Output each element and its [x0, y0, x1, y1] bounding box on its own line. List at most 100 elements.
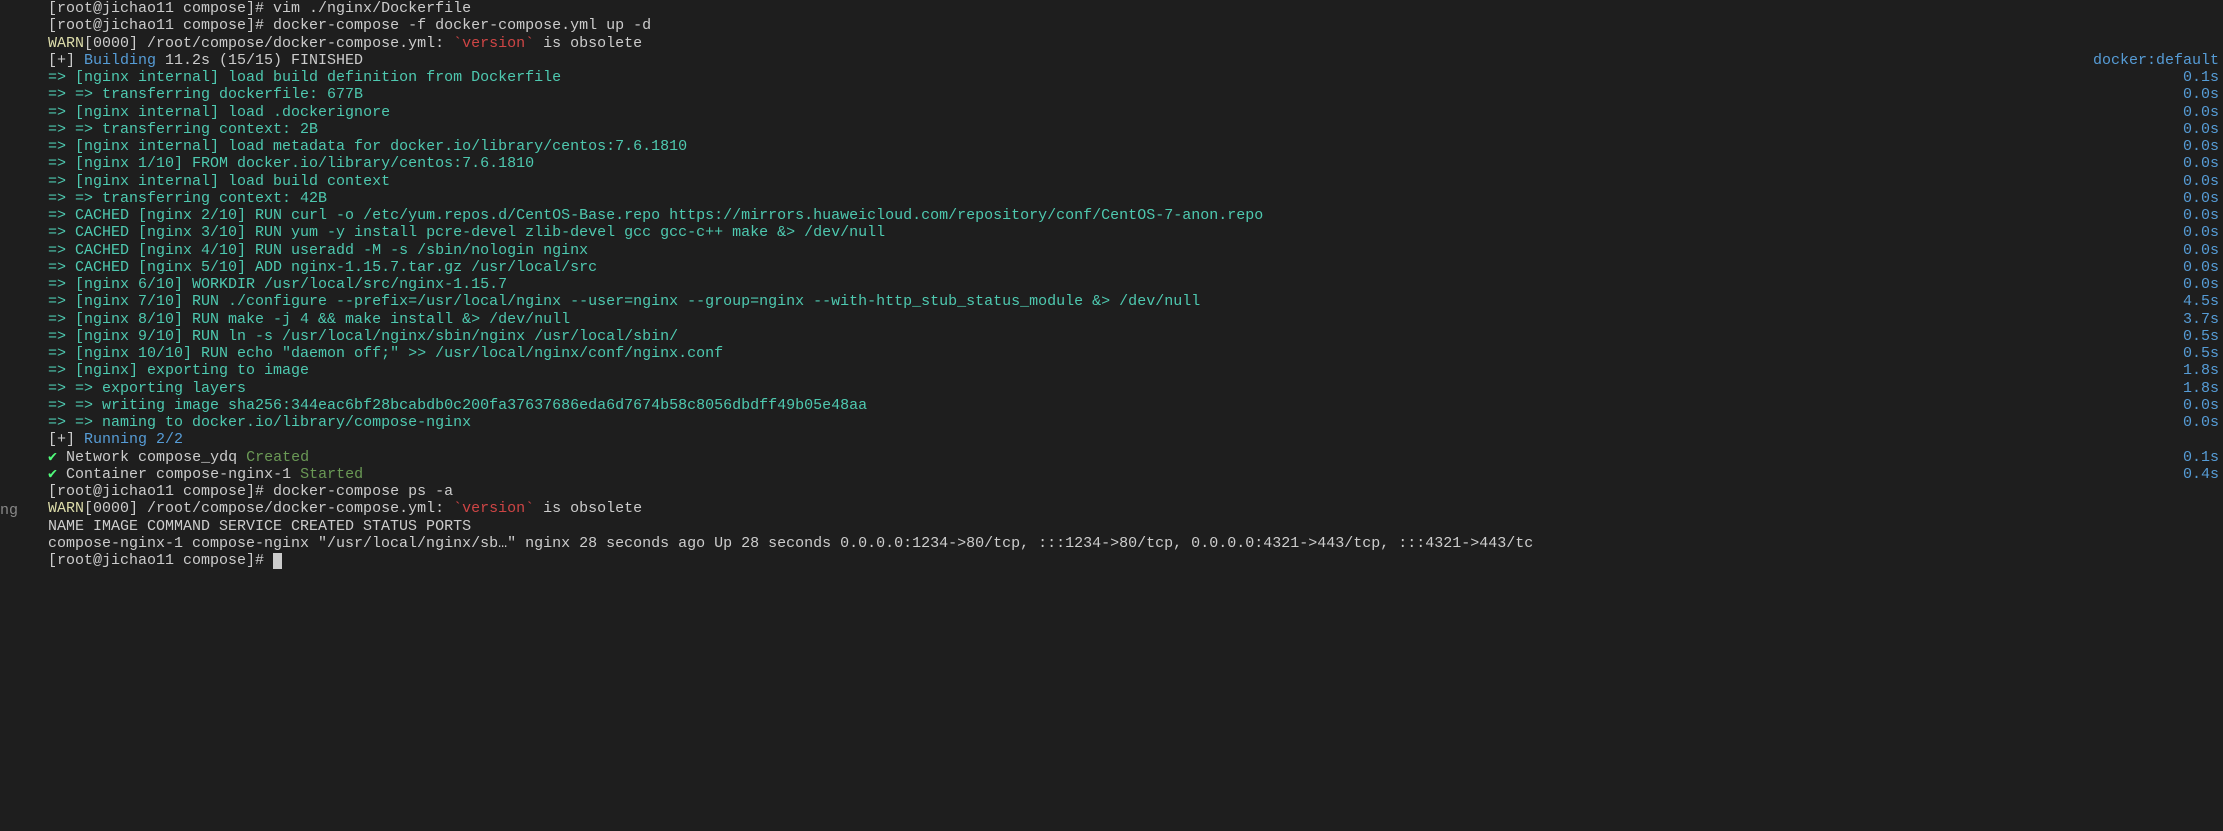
line-left: [root@jichao11 compose]# vim ./nginx/Doc…: [48, 0, 471, 17]
line-left: => [nginx internal] load build context: [48, 173, 390, 190]
line-timing: 0.0s: [2183, 259, 2223, 276]
text-segment: 11.2s (15/15) FINISHED: [165, 52, 363, 69]
line-left: WARN[0000] /root/compose/docker-compose.…: [48, 500, 642, 517]
line-left: [+] Building 11.2s (15/15) FINISHED: [48, 52, 363, 69]
terminal-line: => [nginx 1/10] FROM docker.io/library/c…: [48, 155, 2223, 172]
text-segment: docker-compose ps -a: [273, 483, 453, 500]
text-segment: docker-compose -f docker-compose.yml up …: [273, 17, 651, 34]
terminal-line: compose-nginx-1 compose-nginx "/usr/loca…: [48, 535, 2223, 552]
terminal-line: => [nginx 10/10] RUN echo "daemon off;" …: [48, 345, 2223, 362]
text-segment: Network compose_ydq: [66, 449, 246, 466]
terminal-output[interactable]: ng [root@jichao11 compose]# vim ./nginx/…: [0, 0, 2223, 569]
text-segment: compose-nginx-1 compose-nginx "/usr/loca…: [48, 535, 1533, 552]
line-timing: 0.0s: [2183, 276, 2223, 293]
terminal-line: => => naming to docker.io/library/compos…: [48, 414, 2223, 431]
line-left: => => transferring context: 42B: [48, 190, 327, 207]
line-timing: 0.0s: [2183, 224, 2223, 241]
terminal-line: => => transferring context: 42B0.0s: [48, 190, 2223, 207]
line-timing: 0.1s: [2183, 69, 2223, 86]
line-timing: 3.7s: [2183, 311, 2223, 328]
text-segment: CACHED [nginx 2/10] RUN curl -o /etc/yum…: [75, 207, 1263, 224]
line-left: => CACHED [nginx 2/10] RUN curl -o /etc/…: [48, 207, 1263, 224]
text-segment: is obsolete: [534, 500, 642, 517]
text-segment: [nginx] exporting to image: [75, 362, 309, 379]
line-left: => => transferring dockerfile: 677B: [48, 86, 363, 103]
line-timing: 0.0s: [2183, 155, 2223, 172]
text-segment: =>: [48, 224, 75, 241]
text-segment: =>: [48, 362, 75, 379]
text-segment: =>: [48, 259, 75, 276]
text-segment: [+]: [48, 52, 84, 69]
line-left: => [nginx internal] load .dockerignore: [48, 104, 390, 121]
text-segment: WARN: [48, 500, 84, 517]
terminal-line: => [nginx internal] load build definitio…: [48, 69, 2223, 86]
terminal-line: => [nginx internal] load build context0.…: [48, 173, 2223, 190]
line-left: => [nginx 1/10] FROM docker.io/library/c…: [48, 155, 534, 172]
line-timing: 1.8s: [2183, 362, 2223, 379]
terminal-line: => => exporting layers1.8s: [48, 380, 2223, 397]
text-segment: Running 2/2: [84, 431, 183, 448]
line-left: => [nginx] exporting to image: [48, 362, 309, 379]
line-left: NAME IMAGE COMMAND SERVICE CREATED STATU…: [48, 518, 471, 535]
line-timing: 0.0s: [2183, 397, 2223, 414]
text-segment: ✔: [48, 449, 66, 466]
text-segment: => transferring context: 42B: [75, 190, 327, 207]
text-segment: =>: [48, 121, 75, 138]
sidebar-fragment: ng: [0, 502, 18, 519]
text-segment: => writing image sha256:344eac6bf28bcabd…: [75, 397, 867, 414]
terminal-line: NAME IMAGE COMMAND SERVICE CREATED STATU…: [48, 518, 2223, 535]
terminal-line: [+] Building 11.2s (15/15) FINISHED docke…: [48, 52, 2223, 69]
line-timing: 1.8s: [2183, 380, 2223, 397]
line-left: => => writing image sha256:344eac6bf28bc…: [48, 397, 867, 414]
text-segment: [root@jichao11 compose]#: [48, 0, 273, 17]
terminal-line: [root@jichao11 compose]# docker-compose …: [48, 483, 2223, 500]
line-timing: 0.1s: [2183, 449, 2223, 466]
text-segment: CACHED [nginx 5/10] ADD nginx-1.15.7.tar…: [75, 259, 597, 276]
line-left: WARN[0000] /root/compose/docker-compose.…: [48, 35, 642, 52]
text-segment: => transferring context: 2B: [75, 121, 318, 138]
text-segment: =>: [48, 155, 75, 172]
text-segment: =>: [48, 414, 75, 431]
text-segment: =>: [48, 328, 75, 345]
line-timing: 0.0s: [2183, 242, 2223, 259]
line-left: [root@jichao11 compose]# docker-compose …: [48, 483, 453, 500]
line-left: => [nginx internal] load build definitio…: [48, 69, 561, 86]
terminal-line: => => transferring context: 2B 0.0s: [48, 121, 2223, 138]
text-segment: [0000] /root/compose/docker-compose.yml:: [84, 35, 453, 52]
text-segment: [nginx 6/10] WORKDIR /usr/local/src/ngin…: [75, 276, 507, 293]
text-segment: NAME IMAGE COMMAND SERVICE CREATED STATU…: [48, 518, 471, 535]
terminal-line: [+] Running 2/2: [48, 431, 2223, 448]
terminal-line: => CACHED [nginx 3/10] RUN yum -y instal…: [48, 224, 2223, 241]
terminal-line: [root@jichao11 compose]# docker-compose …: [48, 17, 2223, 34]
line-left: => => transferring context: 2B: [48, 121, 318, 138]
cursor: [273, 553, 282, 569]
terminal-line: WARN[0000] /root/compose/docker-compose.…: [48, 500, 2223, 517]
text-segment: =>: [48, 242, 75, 259]
terminal-line: => CACHED [nginx 5/10] ADD nginx-1.15.7.…: [48, 259, 2223, 276]
terminal-line: WARN[0000] /root/compose/docker-compose.…: [48, 35, 2223, 52]
line-left: => [nginx 9/10] RUN ln -s /usr/local/ngi…: [48, 328, 678, 345]
text-segment: WARN: [48, 35, 84, 52]
text-segment: [nginx 7/10] RUN ./configure --prefix=/u…: [75, 293, 1200, 310]
line-timing: 0.0s: [2183, 121, 2223, 138]
text-segment: vim ./nginx/Dockerfile: [273, 0, 471, 17]
text-segment: =>: [48, 345, 75, 362]
line-left: => [nginx 7/10] RUN ./configure --prefix…: [48, 293, 1200, 310]
text-segment: [root@jichao11 compose]#: [48, 483, 273, 500]
text-segment: Container compose-nginx-1: [66, 466, 300, 483]
text-segment: =>: [48, 276, 75, 293]
line-left: => CACHED [nginx 4/10] RUN useradd -M -s…: [48, 242, 588, 259]
text-segment: `version`: [453, 500, 534, 517]
text-segment: =>: [48, 190, 75, 207]
terminal-line: => [nginx internal] load .dockerignore0.…: [48, 104, 2223, 121]
text-segment: =>: [48, 293, 75, 310]
terminal-line: => [nginx internal] load metadata for do…: [48, 138, 2223, 155]
terminal-line: [root@jichao11 compose]#: [48, 552, 2223, 569]
text-segment: ✔: [48, 466, 66, 483]
text-segment: =>: [48, 69, 75, 86]
line-timing: docker:default: [2093, 52, 2223, 69]
text-segment: `version`: [453, 35, 534, 52]
line-left: => [nginx 6/10] WORKDIR /usr/local/src/n…: [48, 276, 507, 293]
line-left: => CACHED [nginx 3/10] RUN yum -y instal…: [48, 224, 885, 241]
terminal-line: => [nginx 8/10] RUN make -j 4 && make in…: [48, 311, 2223, 328]
